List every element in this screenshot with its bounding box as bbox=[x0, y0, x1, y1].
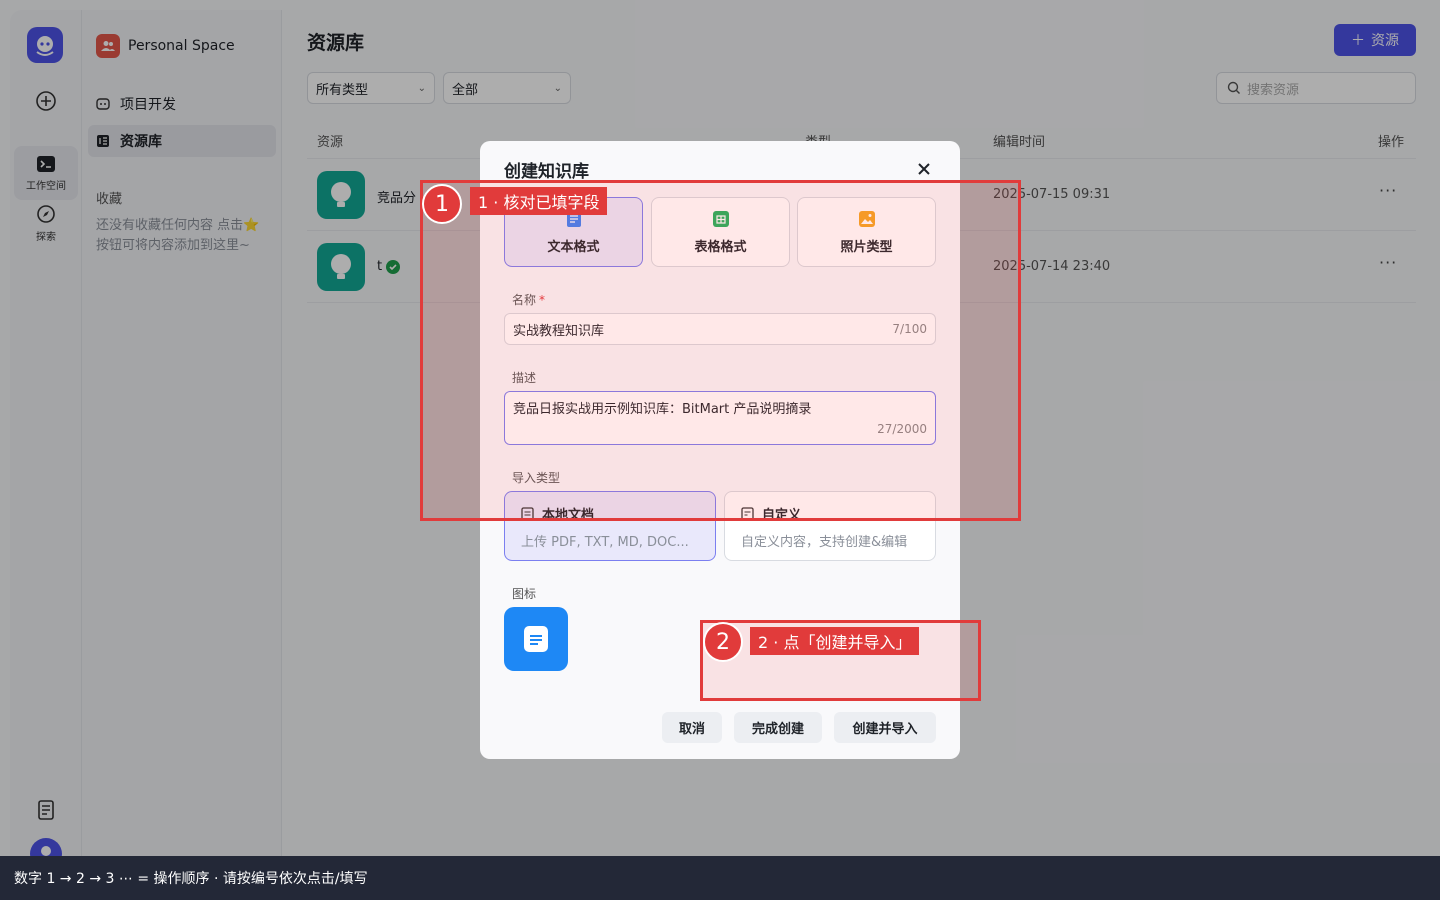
cancel-button[interactable]: 取消 bbox=[662, 712, 722, 743]
modal-title: 创建知识库 bbox=[504, 162, 589, 182]
icon-label: 图标 bbox=[512, 587, 537, 601]
import-desc: 上传 PDF, TXT, MD, DOC... bbox=[521, 535, 689, 550]
document-icon bbox=[524, 626, 548, 652]
annotation-label-1: 1 · 核对已填字段 bbox=[470, 187, 608, 215]
annotation-label-2: 2 · 点「创建并导入」 bbox=[750, 627, 920, 655]
annotation-number-2: 2 bbox=[703, 622, 743, 662]
instruction-footer: 数字 1 → 2 → 3 ⋯ = 操作顺序 · 请按编号依次点击/填写 bbox=[0, 856, 1440, 900]
annotation-box-1 bbox=[420, 180, 1021, 521]
import-desc: 自定义内容，支持创建&编辑 bbox=[741, 535, 908, 550]
annotation-number-1: 1 bbox=[422, 184, 462, 224]
knowledge-icon-picker[interactable] bbox=[504, 607, 568, 671]
create-and-import-button[interactable]: 创建并导入 bbox=[834, 712, 936, 743]
close-button[interactable] bbox=[912, 157, 936, 181]
close-icon bbox=[918, 163, 930, 175]
finish-create-button[interactable]: 完成创建 bbox=[734, 712, 822, 743]
